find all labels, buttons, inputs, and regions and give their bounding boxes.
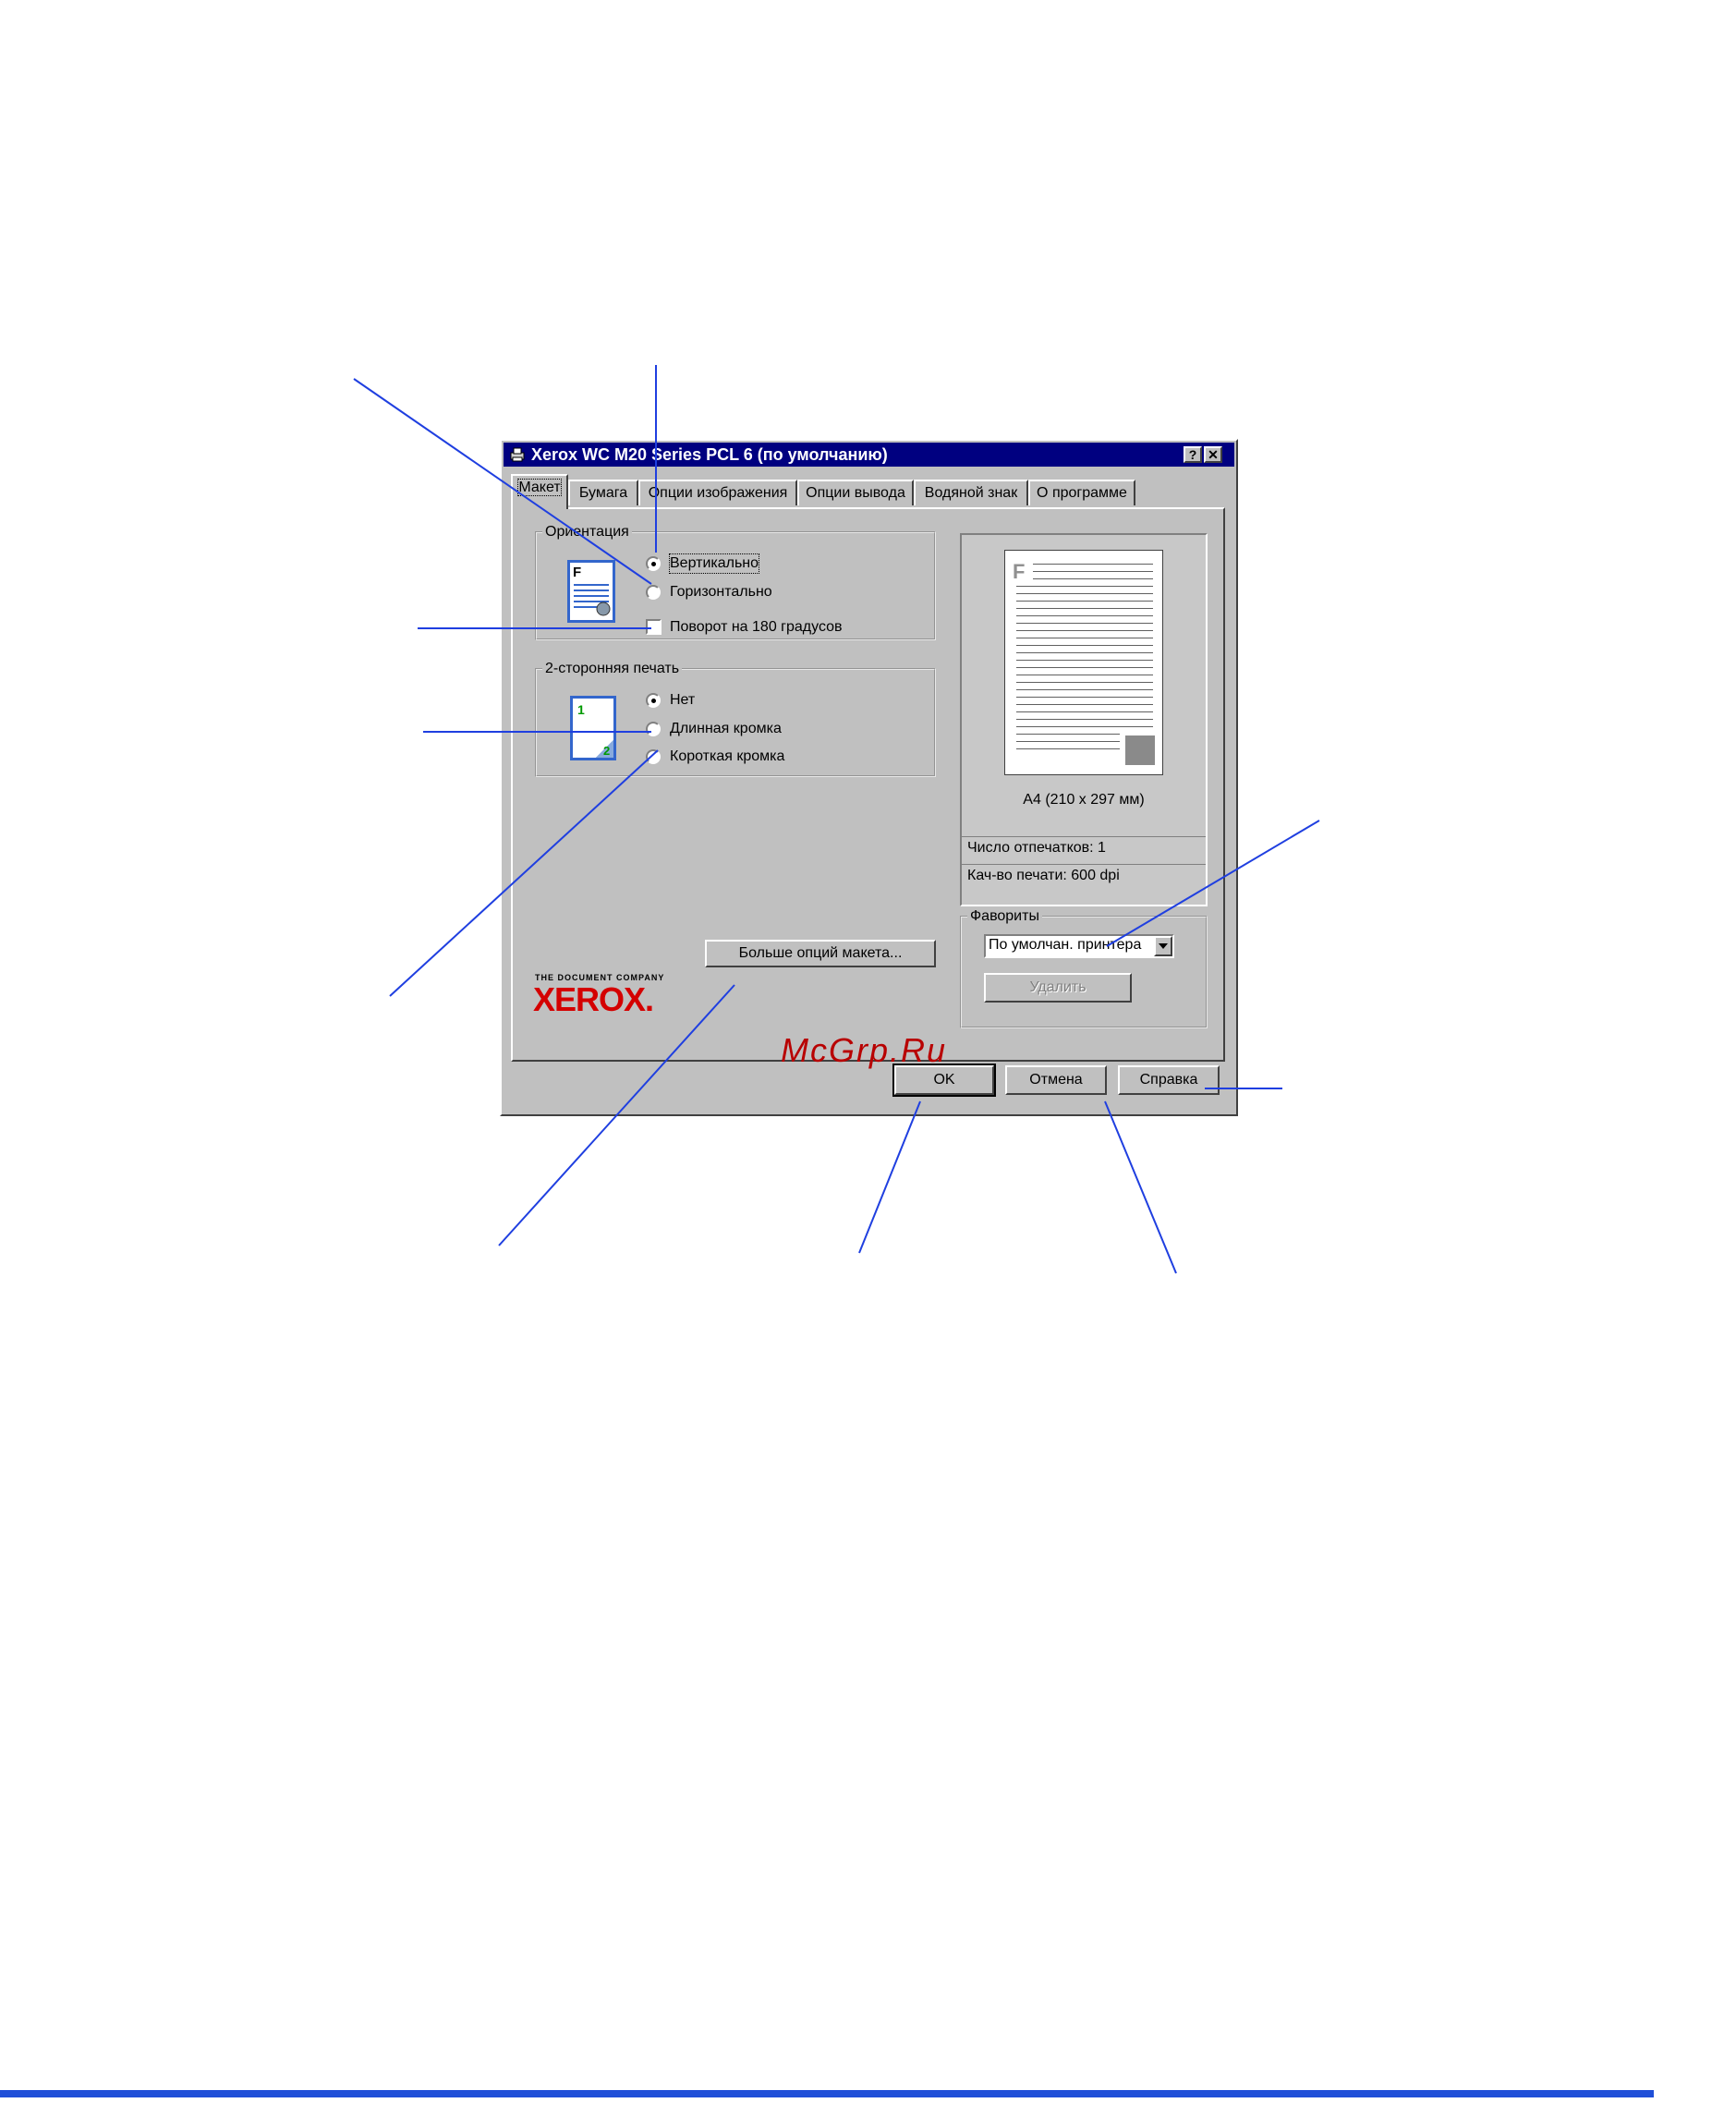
- title-bar: Xerox WC M20 Series PCL 6 (по умолчанию)…: [504, 443, 1234, 467]
- paper-text-line: [1016, 630, 1153, 631]
- tab-paper[interactable]: Бумага: [568, 480, 638, 505]
- duplex-group: 2-сторонняя печать 1 2 Нет Длинная кромк…: [535, 661, 936, 777]
- tab-label: Водяной знак: [924, 485, 1018, 501]
- question-icon: ?: [1188, 447, 1197, 462]
- button-label: OK: [933, 1072, 955, 1088]
- help-button[interactable]: Справка: [1118, 1065, 1220, 1095]
- printer-icon: [510, 447, 525, 462]
- paper-preview: F: [1004, 550, 1163, 775]
- radio-dot: [651, 699, 656, 703]
- favorites-legend: Фавориты: [970, 908, 1039, 924]
- svg-text:2: 2: [603, 744, 610, 758]
- dialog-title: Xerox WC M20 Series PCL 6 (по умолчанию): [531, 445, 888, 464]
- orientation-group: Ориентация F Вертикально Горизонтально П…: [535, 524, 936, 640]
- preview-panel: F A4 (210 x 297 мм) Число отпечатков: 1 …: [960, 533, 1208, 906]
- duplex-long-edge-label[interactable]: Длинная кромка: [670, 720, 782, 738]
- divider: [962, 836, 1206, 837]
- button-label: Больше опций макета...: [738, 945, 903, 961]
- paper-size-label: A4 (210 x 297 мм): [1023, 792, 1145, 808]
- button-label: Отмена: [1029, 1072, 1083, 1088]
- tab-label: Макет: [517, 479, 562, 496]
- tab-label: О программе: [1037, 485, 1127, 501]
- duplex-none-label[interactable]: Нет: [670, 691, 695, 710]
- paper-text-line: [1016, 689, 1153, 690]
- xerox-logo: XEROX.: [533, 980, 654, 1018]
- svg-text:1: 1: [577, 702, 585, 717]
- paper-text-line: [1016, 719, 1153, 720]
- tab-output-options[interactable]: Опции вывода: [797, 480, 914, 505]
- printer-properties-dialog: Xerox WC M20 Series PCL 6 (по умолчанию)…: [500, 439, 1238, 1116]
- divider: [962, 864, 1206, 865]
- paper-text-line: [1016, 697, 1153, 698]
- paper-text-line: [1033, 578, 1153, 579]
- landscape-radio[interactable]: [646, 585, 661, 600]
- duplex-page-icon: 1 2: [570, 696, 616, 760]
- landscape-label[interactable]: Горизонтально: [670, 583, 772, 602]
- paper-text-line: [1033, 564, 1153, 565]
- paper-text-line: [1016, 711, 1153, 712]
- tab-watermark[interactable]: Водяной знак: [914, 480, 1028, 505]
- tab-image-options[interactable]: Опции изображения: [638, 480, 797, 505]
- paper-text-line: [1016, 586, 1153, 587]
- portrait-page-icon: F: [567, 560, 615, 623]
- svg-text:F: F: [573, 565, 581, 580]
- paper-text-line: [1033, 571, 1153, 572]
- radio-dot: [651, 562, 656, 566]
- duplex-legend: 2-сторонняя печать: [545, 661, 680, 676]
- paper-text-line: [1016, 652, 1153, 653]
- paper-text-line: [1016, 623, 1153, 624]
- duplex-short-edge-radio[interactable]: [646, 749, 661, 764]
- close-title-button[interactable]: ✕: [1204, 446, 1222, 463]
- more-layout-options-button[interactable]: Больше опций макета...: [705, 940, 936, 967]
- delete-favorite-button[interactable]: Удалить: [984, 973, 1132, 1003]
- footer-bar: [0, 2090, 1654, 2097]
- watermark-text: McGrp.Ru: [781, 1031, 948, 1069]
- portrait-label[interactable]: Вертикально: [668, 553, 760, 574]
- paper-text-line: [1016, 601, 1153, 602]
- paper-text-line: [1016, 593, 1153, 594]
- paper-text-line: [1016, 615, 1153, 616]
- cancel-button[interactable]: Отмена: [1005, 1065, 1107, 1095]
- chevron-down-icon[interactable]: [1154, 936, 1172, 956]
- favorites-select[interactable]: По умолчан. принтера: [984, 934, 1174, 958]
- tab-panel-layout: Ориентация F Вертикально Горизонтально П…: [511, 507, 1225, 1062]
- duplex-short-edge-label[interactable]: Короткая кромка: [670, 748, 784, 766]
- paper-text-line: [1016, 660, 1153, 661]
- tab-label: Опции изображения: [648, 485, 788, 501]
- callout-line: [1104, 1100, 1177, 1274]
- close-icon: ✕: [1208, 447, 1219, 462]
- paper-text-line: [1016, 734, 1120, 735]
- quality-info: Кач-во печати: 600 dpi: [967, 868, 1120, 883]
- copies-info: Число отпечатков: 1: [967, 840, 1106, 856]
- favorites-selected-value: По умолчан. принтера: [989, 937, 1142, 953]
- tab-label: Опции вывода: [806, 485, 905, 501]
- paper-text-line: [1016, 726, 1153, 727]
- paper-text-line: [1016, 667, 1153, 668]
- tab-about[interactable]: О программе: [1028, 480, 1135, 505]
- favorites-group: Фавориты: [960, 908, 1208, 1028]
- tab-layout[interactable]: Макет: [511, 474, 568, 509]
- paper-text-line: [1016, 741, 1120, 742]
- button-label: Удалить: [1029, 979, 1087, 995]
- paper-text-line: [1016, 608, 1153, 609]
- paper-text-line: [1016, 704, 1153, 705]
- paper-text-line: [1016, 682, 1153, 683]
- orientation-legend: Ориентация: [545, 524, 629, 540]
- paper-text-line: [1016, 748, 1120, 749]
- portrait-radio[interactable]: [646, 556, 661, 571]
- rotate-180-checkbox[interactable]: [646, 619, 662, 635]
- rotate-180-label[interactable]: Поворот на 180 градусов: [670, 618, 843, 637]
- duplex-none-radio[interactable]: [646, 693, 661, 708]
- tab-label: Бумага: [578, 485, 628, 501]
- help-title-button[interactable]: ?: [1184, 446, 1202, 463]
- paper-letter: F: [1013, 560, 1026, 583]
- duplex-long-edge-radio[interactable]: [646, 722, 661, 736]
- paper-text-line: [1016, 645, 1153, 646]
- paper-graphic-block: [1125, 735, 1155, 765]
- button-label: Справка: [1139, 1072, 1198, 1088]
- callout-line: [858, 1100, 921, 1254]
